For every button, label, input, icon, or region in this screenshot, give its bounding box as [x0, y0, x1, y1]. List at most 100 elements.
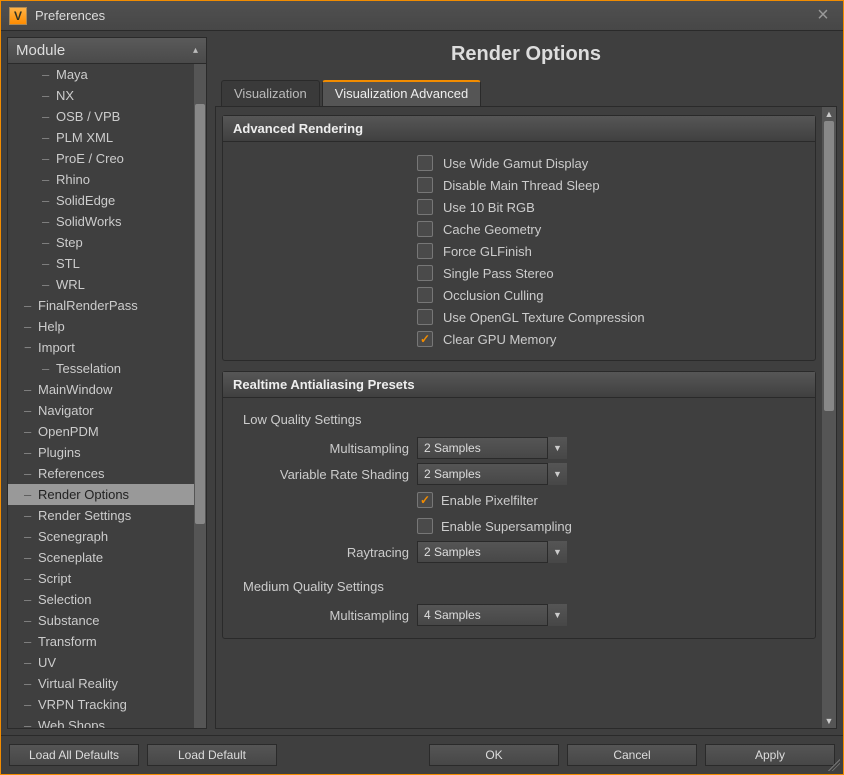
sidebar-item[interactable]: –STL	[8, 253, 194, 274]
checkbox[interactable]	[417, 177, 433, 193]
checkbox[interactable]	[417, 331, 433, 347]
combo-multisampling-low[interactable]: 2 Samples ▼	[417, 437, 567, 459]
cancel-button[interactable]: Cancel	[567, 744, 697, 766]
tab-visualization[interactable]: Visualization	[221, 80, 320, 106]
sidebar: Module ▴ –Maya–NX–OSB / VPB–PLM XML–ProE…	[7, 37, 207, 729]
sidebar-item[interactable]: –Help	[8, 316, 194, 337]
scroll-up-icon[interactable]: ▲	[822, 107, 836, 121]
label-multisampling: Multisampling	[239, 441, 409, 456]
combo-value: 2 Samples	[417, 437, 567, 459]
tree-dash-icon: –	[24, 695, 31, 714]
checkbox-pixelfilter[interactable]	[417, 492, 433, 508]
checkbox[interactable]	[417, 199, 433, 215]
sidebar-item-label: Help	[38, 319, 65, 334]
close-icon[interactable]: ×	[811, 4, 835, 28]
sidebar-item[interactable]: –Transform	[8, 631, 194, 652]
sidebar-item[interactable]: –MainWindow	[8, 379, 194, 400]
sidebar-item-label: Transform	[38, 634, 97, 649]
sidebar-item[interactable]: –UV	[8, 652, 194, 673]
sidebar-item-label: Render Options	[38, 487, 129, 502]
sidebar-item-label: Tesselation	[56, 361, 121, 376]
sidebar-item[interactable]: –Step	[8, 232, 194, 253]
checkbox[interactable]	[417, 155, 433, 171]
sidebar-item[interactable]: –Scenegraph	[8, 526, 194, 547]
combo-raytracing-low[interactable]: 2 Samples ▼	[417, 541, 567, 563]
sidebar-item-label: Scenegraph	[38, 529, 108, 544]
apply-button[interactable]: Apply	[705, 744, 835, 766]
scroll-down-icon[interactable]: ▼	[822, 714, 836, 728]
sidebar-item[interactable]: –WRL	[8, 274, 194, 295]
tree-dash-icon: –	[42, 212, 49, 231]
group-advanced-rendering: Advanced Rendering Use Wide Gamut Displa…	[222, 115, 816, 361]
sidebar-item[interactable]: –Substance	[8, 610, 194, 631]
load-all-defaults-button[interactable]: Load All Defaults	[9, 744, 139, 766]
sidebar-item[interactable]: –References	[8, 463, 194, 484]
tree-dash-icon: –	[42, 254, 49, 273]
sidebar-item-label: PLM XML	[56, 130, 113, 145]
scrollbar-thumb[interactable]	[824, 121, 834, 411]
sidebar-item[interactable]: –Web Shops	[8, 715, 194, 728]
sidebar-item[interactable]: –PLM XML	[8, 127, 194, 148]
tree-dash-icon: –	[42, 107, 49, 126]
tree-dash-icon: –	[24, 296, 31, 315]
sidebar-item[interactable]: –Render Settings	[8, 505, 194, 526]
sidebar-item-label: Plugins	[38, 445, 81, 460]
checkbox[interactable]	[417, 243, 433, 259]
sidebar-item[interactable]: –FinalRenderPass	[8, 295, 194, 316]
sidebar-item[interactable]: –OSB / VPB	[8, 106, 194, 127]
sidebar-scrollbar[interactable]	[194, 64, 206, 728]
sidebar-item[interactable]: –Rhino	[8, 169, 194, 190]
sidebar-item[interactable]: –VRPN Tracking	[8, 694, 194, 715]
sidebar-item[interactable]: –Sceneplate	[8, 547, 194, 568]
sidebar-item[interactable]: –OpenPDM	[8, 421, 194, 442]
sidebar-item[interactable]: –Navigator	[8, 400, 194, 421]
checkbox-supersampling[interactable]	[417, 518, 433, 534]
sidebar-item-label: UV	[38, 655, 56, 670]
checkbox[interactable]	[417, 221, 433, 237]
resize-grip-icon[interactable]	[828, 759, 840, 771]
tree-dash-icon: –	[42, 149, 49, 168]
sidebar-item[interactable]: –Render Options	[8, 484, 194, 505]
sidebar-item[interactable]: –SolidWorks	[8, 211, 194, 232]
content-scrollbar[interactable]: ▲ ▼	[822, 107, 836, 728]
sidebar-item[interactable]: –Tesselation	[8, 358, 194, 379]
sidebar-header-label: Module	[16, 42, 65, 59]
option-label: Use 10 Bit RGB	[443, 200, 535, 215]
tree-dash-icon: –	[24, 716, 31, 728]
option-label: Use OpenGL Texture Compression	[443, 310, 645, 325]
module-tree[interactable]: –Maya–NX–OSB / VPB–PLM XML–ProE / Creo–R…	[8, 64, 194, 728]
option-row: Occlusion Culling	[417, 284, 799, 306]
sidebar-item-label: References	[38, 466, 104, 481]
sidebar-item[interactable]: –ProE / Creo	[8, 148, 194, 169]
checkbox[interactable]	[417, 309, 433, 325]
window-title: Preferences	[35, 8, 105, 23]
tree-dash-icon: –	[24, 653, 31, 672]
checkbox[interactable]	[417, 265, 433, 281]
sidebar-item[interactable]: –Selection	[8, 589, 194, 610]
sidebar-item[interactable]: –Plugins	[8, 442, 194, 463]
sidebar-item-label: VRPN Tracking	[38, 697, 127, 712]
sidebar-item-label: Substance	[38, 613, 99, 628]
tree-dash-icon: –	[24, 317, 31, 336]
sidebar-header[interactable]: Module ▴	[7, 37, 207, 64]
sidebar-item[interactable]: –SolidEdge	[8, 190, 194, 211]
tree-dash-icon: –	[24, 632, 31, 651]
sidebar-item[interactable]: –Virtual Reality	[8, 673, 194, 694]
sidebar-item[interactable]: –Maya	[8, 64, 194, 85]
sidebar-item-label: Maya	[56, 67, 88, 82]
sidebar-item[interactable]: –NX	[8, 85, 194, 106]
ok-button[interactable]: OK	[429, 744, 559, 766]
tree-dash-icon: –	[42, 65, 49, 84]
sidebar-item[interactable]: –Script	[8, 568, 194, 589]
load-default-button[interactable]: Load Default	[147, 744, 277, 766]
scrollbar-thumb[interactable]	[195, 104, 205, 524]
sidebar-item[interactable]: −Import	[8, 337, 194, 358]
collapse-icon[interactable]: −	[24, 338, 32, 357]
sidebar-item-label: WRL	[56, 277, 85, 292]
combo-vrs-low[interactable]: 2 Samples ▼	[417, 463, 567, 485]
checkbox[interactable]	[417, 287, 433, 303]
titlebar[interactable]: V Preferences ×	[1, 1, 843, 31]
combo-multisampling-medium[interactable]: 4 Samples ▼	[417, 604, 567, 626]
tab-visualization-advanced[interactable]: Visualization Advanced	[322, 80, 481, 106]
tree-dash-icon: –	[24, 527, 31, 546]
